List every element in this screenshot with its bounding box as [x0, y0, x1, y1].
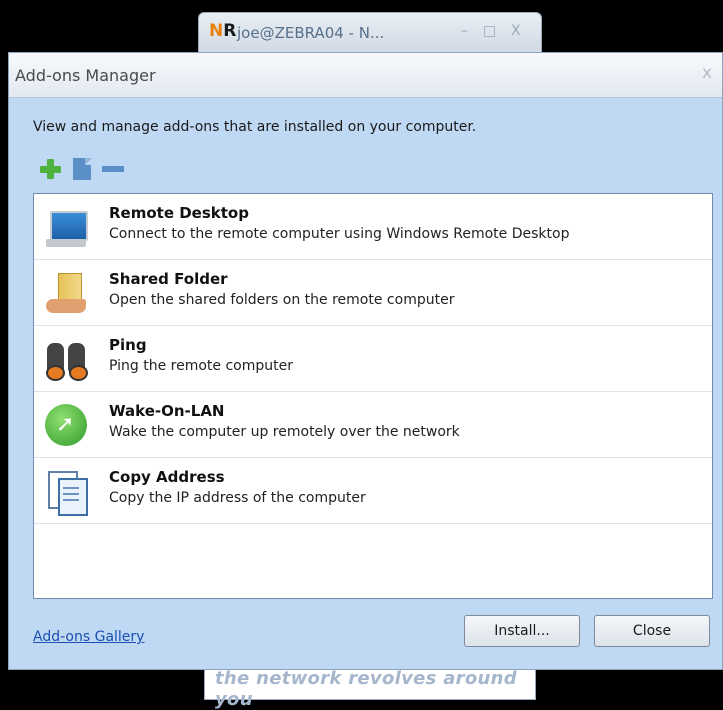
close-button[interactable]: X — [511, 23, 521, 39]
background-window-titlebar[interactable]: NR joe@ZEBRA04 - N... – □ X — [198, 12, 542, 56]
addons-manager-dialog: Add-ons Manager x View and manage add-on… — [8, 52, 723, 670]
background-window-title: joe@ZEBRA04 - N... — [237, 24, 385, 42]
copy-icon — [44, 469, 88, 516]
app-logo: NR — [209, 21, 237, 41]
dialog-title: Add-ons Manager — [15, 66, 156, 85]
addon-name: Ping — [109, 336, 147, 354]
addon-name: Remote Desktop — [109, 204, 249, 222]
addons-gallery-link[interactable]: Add-ons Gallery — [33, 629, 144, 645]
list-item-shared-folder[interactable]: Shared Folder Open the shared folders on… — [34, 260, 712, 326]
addon-description: Ping the remote computer — [109, 358, 293, 374]
banner-slogan: the network revolves around you — [215, 668, 517, 710]
monitor-icon — [44, 205, 88, 249]
remove-icon[interactable] — [101, 157, 125, 181]
list-item-copy-address[interactable]: Copy Address Copy the IP address of the … — [34, 458, 712, 524]
addon-description: Open the shared folders on the remote co… — [109, 292, 455, 308]
addon-name: Shared Folder — [109, 270, 228, 288]
edit-icon[interactable] — [71, 157, 95, 181]
addon-description: Copy the IP address of the computer — [109, 490, 366, 506]
minimize-button[interactable]: – — [461, 23, 468, 39]
shared-folder-icon — [44, 271, 88, 315]
list-item-remote-desktop[interactable]: Remote Desktop Connect to the remote com… — [34, 194, 712, 260]
addon-name: Wake-On-LAN — [109, 402, 225, 420]
dialog-close-icon[interactable]: x — [702, 63, 712, 83]
list-item-ping[interactable]: Ping Ping the remote computer — [34, 326, 712, 392]
install-button[interactable]: Install... — [464, 615, 580, 647]
dialog-titlebar[interactable]: Add-ons Manager x — [9, 53, 722, 98]
close-button[interactable]: Close — [594, 615, 710, 647]
maximize-button[interactable]: □ — [483, 23, 496, 39]
add-icon[interactable] — [39, 157, 63, 181]
addon-name: Copy Address — [109, 468, 225, 486]
wake-on-lan-icon: ➚ — [44, 403, 88, 447]
addon-description: Connect to the remote computer using Win… — [109, 226, 570, 242]
list-item-wake-on-lan[interactable]: ➚ Wake-On-LAN Wake the computer up remot… — [34, 392, 712, 458]
binoculars-icon — [44, 337, 88, 381]
addons-list: Remote Desktop Connect to the remote com… — [33, 193, 713, 599]
addon-description: Wake the computer up remotely over the n… — [109, 424, 460, 440]
dialog-description: View and manage add-ons that are install… — [33, 119, 477, 135]
